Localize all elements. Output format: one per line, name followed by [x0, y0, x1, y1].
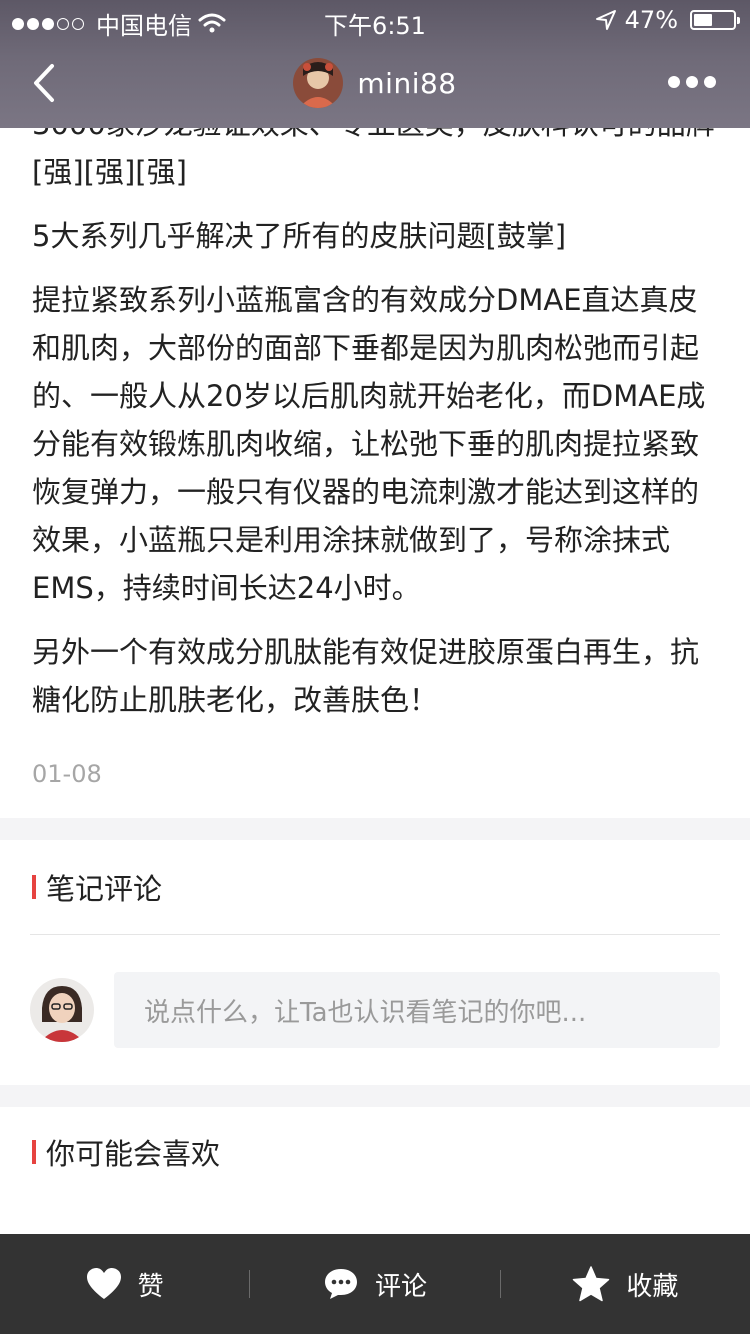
favorite-button[interactable]: 收藏	[501, 1234, 750, 1334]
battery-icon	[690, 10, 740, 30]
comment-bubble-icon	[324, 1269, 357, 1299]
like-button[interactable]: 赞	[0, 1234, 249, 1334]
battery-percent: 47%	[624, 6, 678, 34]
author-avatar[interactable]	[293, 58, 344, 108]
more-button[interactable]	[668, 76, 716, 88]
status-right: 47%	[595, 6, 740, 34]
comments-header: 笔记评论	[0, 840, 750, 934]
note-paragraph: 提拉紧致系列小蓝瓶富含的有效成分DMAE直达真皮和肌肉，大部份的面部下垂都是因为…	[32, 283, 706, 605]
section-divider	[0, 818, 750, 840]
star-icon	[573, 1266, 610, 1302]
author-username[interactable]: mini88	[357, 67, 456, 100]
like-label: 赞	[137, 1271, 164, 1302]
comments-title: 笔记评论	[46, 872, 163, 906]
more-dots-icon	[668, 76, 680, 88]
comment-placeholder: 说点什么，让Ta也认识看笔记的你吧...	[144, 997, 587, 1028]
recommend-title: 你可能会喜欢	[46, 1137, 221, 1171]
note-paragraph: 另外一个有效成分肌肽能有效促进胶原蛋白再生，抗糖化防止肌肤老化，改善肤色！	[32, 635, 700, 717]
comment-label: 评论	[374, 1271, 427, 1302]
recommend-header: 你可能会喜欢	[0, 1107, 750, 1197]
comment-compose: 说点什么，让Ta也认识看笔记的你吧...	[0, 935, 750, 1085]
note-content: 3000家沙龙验证效果、专业医美，皮肤科认可的品牌[强][强][强] 5大系列几…	[0, 100, 750, 1197]
accent-bar	[32, 875, 36, 899]
note-paragraph: 5大系列几乎解决了所有的皮肤问题[鼓掌]	[32, 219, 567, 253]
comment-button[interactable]: 评论	[250, 1234, 499, 1334]
top-header: 中国电信 下午6:51 47% mini88	[0, 0, 750, 128]
bottom-action-bar: 赞 评论 收藏	[0, 1234, 750, 1334]
note-body: 3000家沙龙验证效果、专业医美，皮肤科认可的品牌[强][强][强] 5大系列几…	[0, 100, 750, 724]
accent-bar	[32, 1140, 36, 1164]
section-divider	[0, 1085, 750, 1107]
heart-icon	[86, 1268, 121, 1299]
favorite-label: 收藏	[626, 1271, 679, 1302]
my-avatar	[30, 978, 94, 1042]
comment-input[interactable]: 说点什么，让Ta也认识看笔记的你吧...	[114, 972, 720, 1048]
nav-bar: mini88	[0, 40, 750, 128]
note-date: 01-08	[32, 760, 102, 788]
location-arrow-icon	[595, 10, 616, 30]
author-info[interactable]: mini88	[0, 58, 750, 108]
status-bar: 中国电信 下午6:51 47%	[0, 0, 750, 40]
